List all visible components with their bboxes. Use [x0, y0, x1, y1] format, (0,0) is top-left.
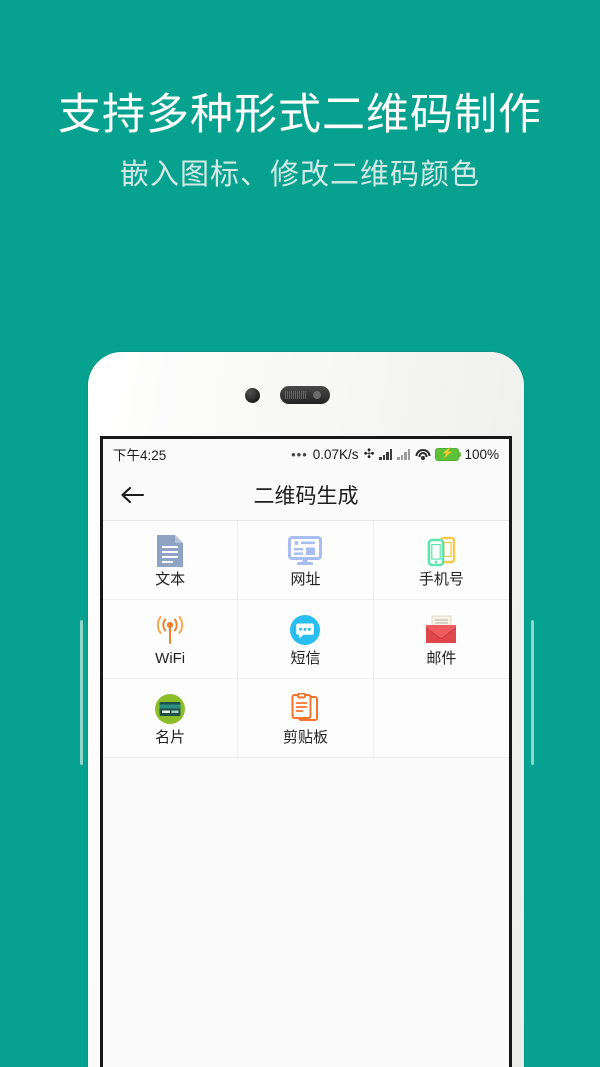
- document-icon: [153, 534, 187, 568]
- monitor-icon: [288, 534, 323, 568]
- page-title: 二维码生成: [253, 483, 359, 508]
- signal-bars-sim2-icon: [397, 448, 411, 460]
- grid-item-url[interactable]: 网址: [238, 521, 374, 600]
- network-speed-label: 0.07K/s: [312, 446, 359, 462]
- chat-bubble-icon: [288, 613, 322, 647]
- earpiece-speaker-icon: [280, 386, 330, 404]
- grid-item-empty: [373, 679, 509, 758]
- more-dots-icon: •••: [291, 446, 308, 462]
- grid-item-label: 短信: [290, 648, 321, 667]
- grid-item-email[interactable]: 邮件: [373, 600, 509, 679]
- back-button[interactable]: [117, 480, 147, 510]
- promo-text-block: 支持多种形式二维码制作 嵌入图标、修改二维码颜色: [0, 0, 600, 192]
- grid-item-text[interactable]: 文本: [103, 521, 239, 600]
- bluetooth-icon: ✣: [363, 446, 375, 461]
- front-camera-icon: [245, 388, 260, 403]
- grid-item-sms[interactable]: 短信: [238, 600, 374, 679]
- phone-screen: 下午4:25 ••• 0.07K/s ✣ ⚡ 100% 二维码生成 文本 网址 …: [100, 436, 512, 1067]
- grid-item-label: 手机号: [418, 569, 464, 588]
- battery-charging-icon: ⚡: [435, 447, 462, 461]
- phones-icon: [424, 534, 458, 568]
- signal-bars-sim1-icon: [379, 448, 393, 460]
- phone-mockup: 下午4:25 ••• 0.07K/s ✣ ⚡ 100% 二维码生成 文本 网址 …: [88, 352, 524, 1067]
- status-icons: ••• 0.07K/s ✣ ⚡ 100%: [291, 446, 499, 462]
- grid-item-label: 名片: [155, 727, 186, 746]
- grid-item-wifi[interactable]: WiFi: [103, 600, 239, 679]
- sensor-dot-icon: [313, 391, 321, 399]
- battery-percent-label: 100%: [464, 446, 499, 462]
- grid-item-name-card[interactable]: 名片: [103, 679, 239, 758]
- status-bar: 下午4:25 ••• 0.07K/s ✣ ⚡ 100%: [103, 439, 509, 469]
- promo-screenshot: 支持多种形式二维码制作 嵌入图标、修改二维码颜色 下午4:25 ••• 0.07…: [0, 0, 600, 1067]
- promo-subheadline: 嵌入图标、修改二维码颜色: [119, 156, 480, 191]
- envelope-icon: [424, 613, 458, 647]
- phone-side-button-right: [531, 620, 534, 765]
- back-arrow-icon: [121, 486, 145, 503]
- clipboard-icon: [288, 692, 322, 726]
- grid-item-clipboard[interactable]: 剪贴板: [238, 679, 374, 758]
- name-card-icon: [153, 692, 187, 726]
- wifi-signal-icon: [153, 613, 187, 647]
- app-title-bar: 二维码生成: [103, 469, 509, 521]
- grid-item-label: 文本: [155, 569, 186, 588]
- status-time: 下午4:25: [113, 448, 167, 463]
- wifi-icon: [415, 448, 431, 460]
- grid-item-label: 网址: [290, 569, 321, 588]
- qr-type-grid: 文本 网址 手机号 WiFi 短信 邮件 名片 剪贴板: [103, 521, 509, 758]
- grid-item-label: 邮件: [426, 648, 457, 667]
- content-area: [103, 758, 509, 1067]
- grid-item-label: 剪贴板: [282, 727, 328, 746]
- promo-headline: 支持多种形式二维码制作: [58, 90, 542, 140]
- grid-item-label: WiFi: [155, 649, 186, 667]
- phone-side-button-left: [80, 620, 83, 765]
- grid-item-phone-number[interactable]: 手机号: [373, 521, 509, 600]
